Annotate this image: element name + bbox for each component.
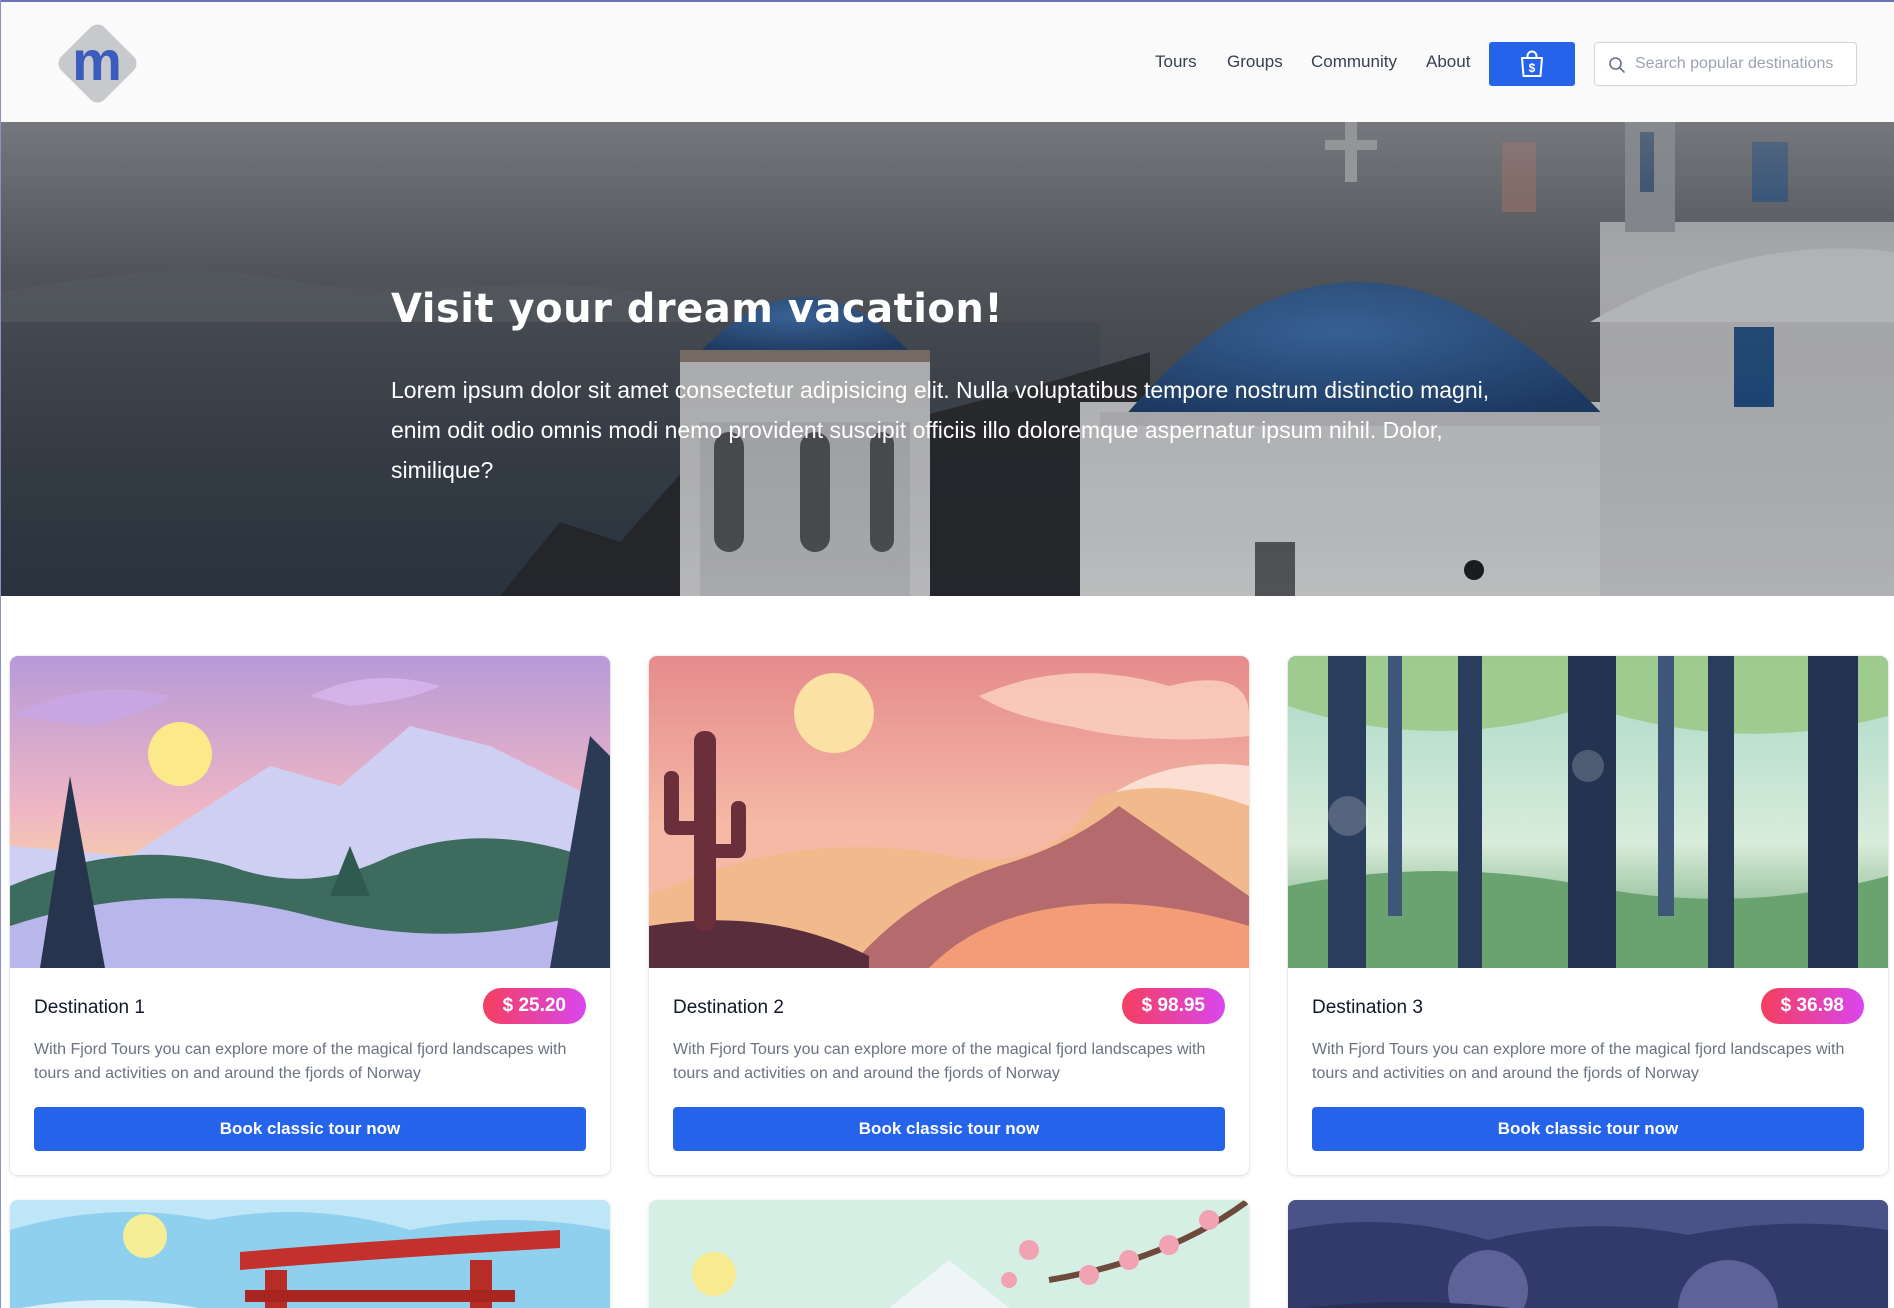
card-title: Destination 2 <box>673 997 784 1018</box>
nav-community[interactable]: Community <box>1311 52 1397 72</box>
hero-title: Visit your dream vacation! <box>391 286 1004 332</box>
destination-card-partial <box>649 1200 1249 1308</box>
destination-image-desert <box>649 656 1249 968</box>
search-box <box>1594 42 1857 86</box>
svg-text:m: m <box>72 29 122 92</box>
nav-groups[interactable]: Groups <box>1227 52 1283 72</box>
destination-card: Destination 1 $ 25.20 With Fjord Tours y… <box>10 656 610 1175</box>
book-tour-button[interactable]: Book classic tour now <box>673 1107 1225 1151</box>
hero-text: Lorem ipsum dolor sit amet consectetur a… <box>391 377 1490 483</box>
destination-card: Destination 3 $ 36.98 With Fjord Tours y… <box>1288 656 1888 1175</box>
card-title: Destination 1 <box>34 997 145 1018</box>
price-badge: $ 98.95 <box>1121 988 1225 1024</box>
destination-image-torii-gate <box>10 1200 610 1308</box>
search-icon <box>1609 57 1625 73</box>
price-badge: $ 36.98 <box>1760 988 1864 1024</box>
card-description: With Fjord Tours you can explore more of… <box>34 1041 567 1082</box>
card-description: With Fjord Tours you can explore more of… <box>673 1041 1206 1082</box>
page-left-border <box>0 0 1 1308</box>
search-input[interactable] <box>1635 44 1851 84</box>
destination-image-cherry-blossom <box>649 1200 1249 1308</box>
book-tour-button[interactable]: Book classic tour now <box>1312 1107 1864 1151</box>
destination-card-partial <box>1288 1200 1888 1308</box>
hero-banner: Visit your dream vacation! Lorem ipsum d… <box>0 122 1894 596</box>
destination-image-forest <box>1288 656 1888 968</box>
site-header: m Tours Groups Community About $ <box>0 2 1894 122</box>
card-description: With Fjord Tours you can explore more of… <box>1312 1041 1845 1082</box>
destination-image-snowy-mountains <box>10 656 610 968</box>
nav-about[interactable]: About <box>1426 52 1470 72</box>
destination-card: Destination 2 $ 98.95 With Fjord Tours y… <box>649 656 1249 1175</box>
destination-card-partial <box>10 1200 610 1308</box>
cart-button[interactable]: $ <box>1489 42 1575 86</box>
shopping-bag-dollar-icon: $ <box>1521 50 1543 77</box>
nav-tours[interactable]: Tours <box>1155 52 1197 72</box>
svg-text:$: $ <box>1529 61 1536 75</box>
card-title: Destination 3 <box>1312 997 1423 1018</box>
price-badge: $ 25.20 <box>482 988 586 1024</box>
logo[interactable]: m <box>50 16 145 111</box>
destination-image-night <box>1288 1200 1888 1308</box>
book-tour-button[interactable]: Book classic tour now <box>34 1107 586 1151</box>
hero-background-image <box>0 122 1894 596</box>
